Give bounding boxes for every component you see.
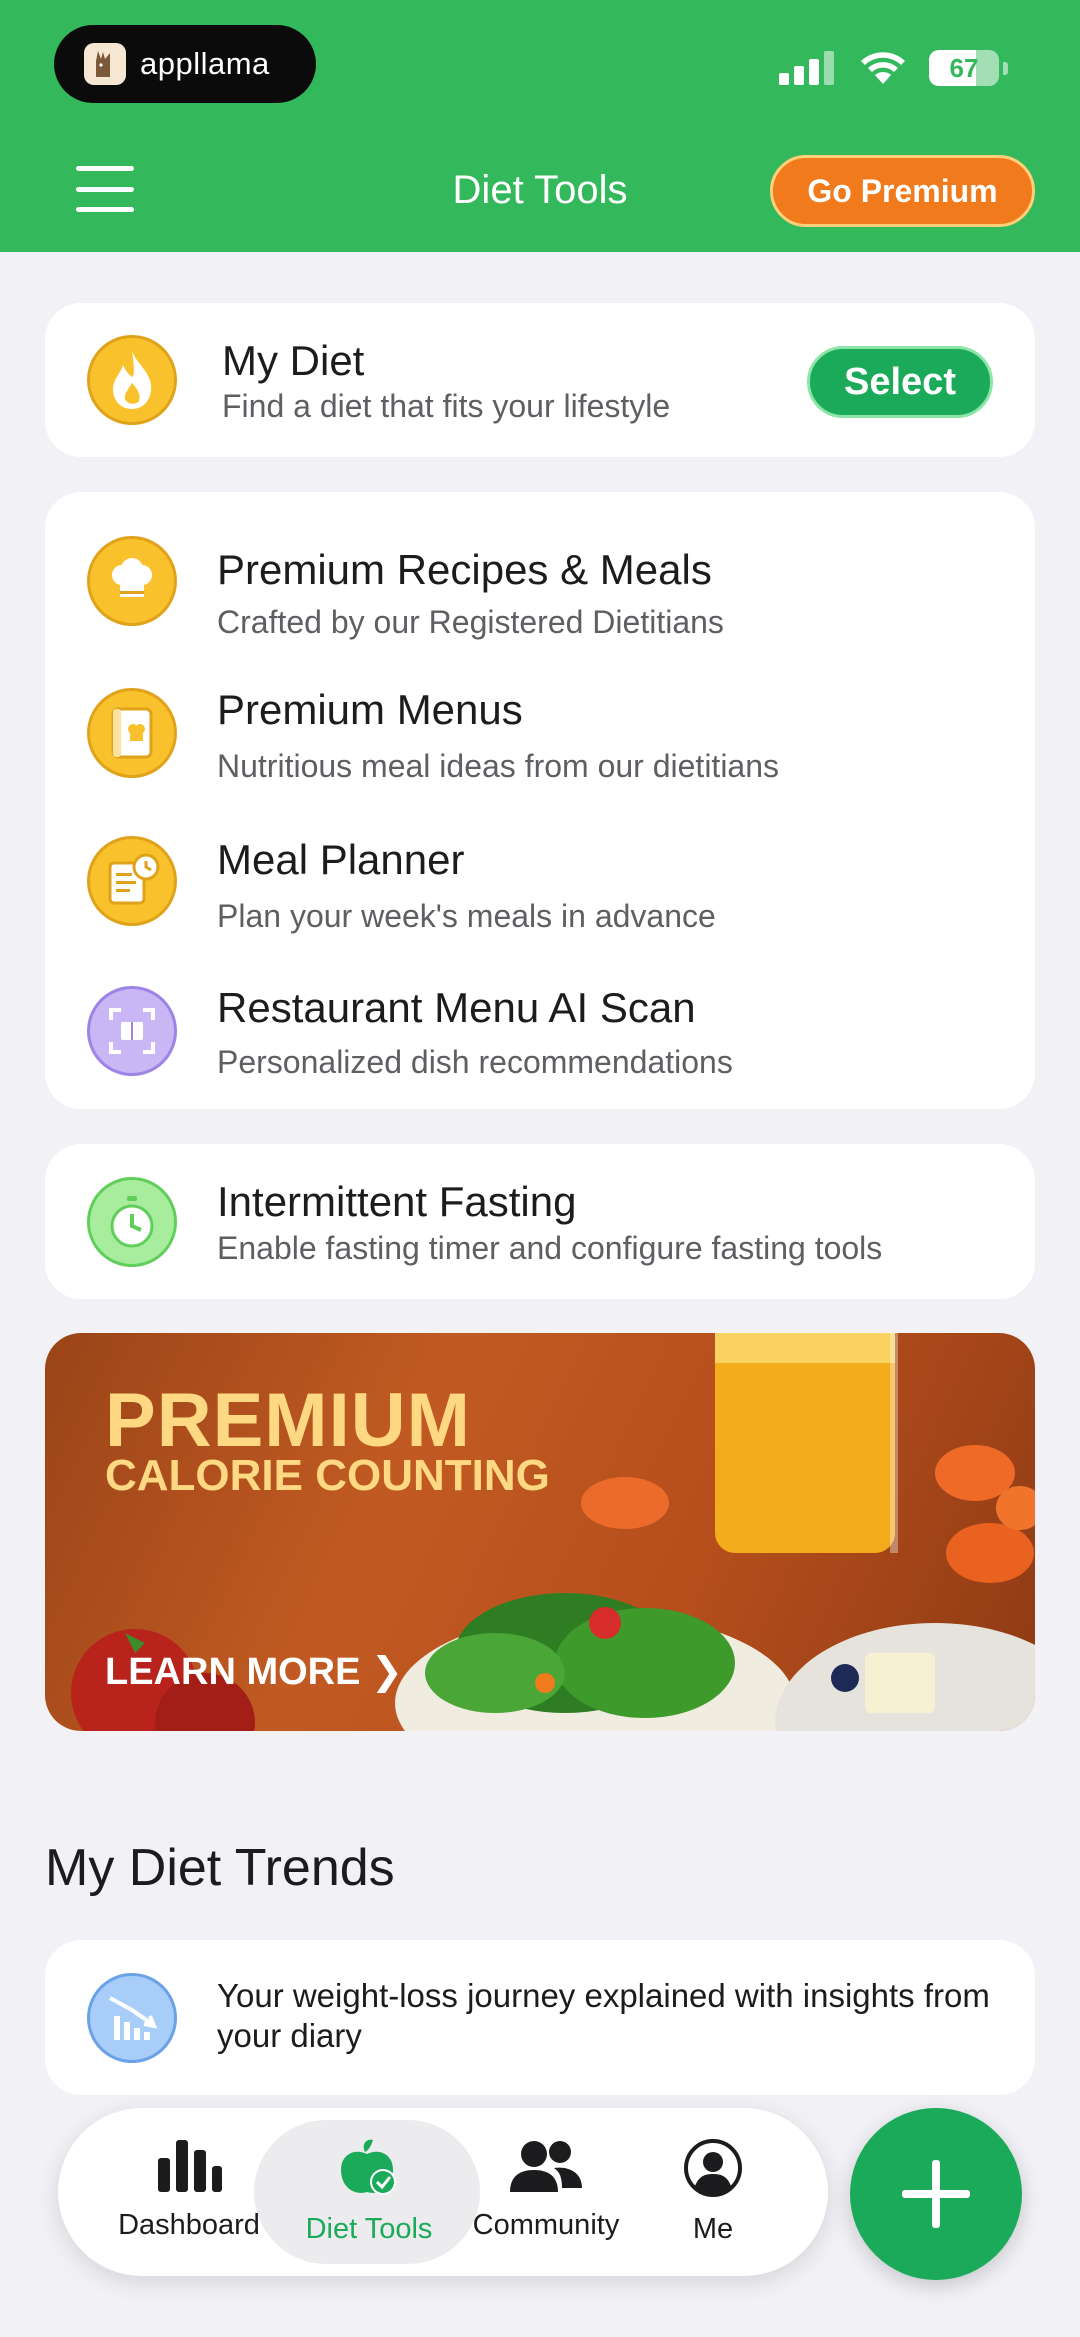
go-premium-button[interactable]: Go Premium	[770, 155, 1035, 227]
nav-item-dashboard[interactable]: Dashboard	[114, 2138, 264, 2242]
my-diet-title: My Diet	[222, 337, 365, 384]
nav-label-me: Me	[692, 2213, 734, 2245]
restaurant-scan-subtitle: Personalized dish recommendations	[217, 1044, 733, 1080]
my-diet-subtitle: Find a diet that fits your lifestyle	[222, 388, 671, 424]
scan-icon	[87, 986, 177, 1076]
nav-item-diet-tools[interactable]: Diet Tools	[294, 2138, 444, 2246]
battery-tip	[1003, 61, 1008, 75]
battery-percent: 67	[949, 53, 979, 83]
list-item-meal-planner[interactable]: Meal Planner Plan your week's meals in a…	[45, 812, 1035, 952]
nav-label-diet-tools: Diet Tools	[305, 2213, 433, 2245]
restaurant-scan-title: Restaurant Menu AI Scan	[217, 984, 696, 1031]
nav-label-community: Community	[472, 2209, 620, 2241]
fasting-title: Intermittent Fasting	[217, 1178, 577, 1225]
chart-trend-icon	[87, 1973, 177, 2063]
meal-planner-title: Meal Planner	[217, 836, 465, 883]
premium-menus-title: Premium Menus	[217, 686, 523, 733]
list-item-premium-menus[interactable]: Premium Menus Nutritious meal ideas from…	[45, 664, 1035, 804]
my-diet-card[interactable]: My Diet Find a diet that fits your lifes…	[45, 303, 1035, 457]
app-header: appllama 67 Diet Tools Go Premium	[0, 0, 1080, 252]
flame-icon	[87, 335, 177, 425]
cellular-signal-icon	[779, 51, 834, 85]
wifi-icon	[861, 52, 905, 84]
premium-tools-card: Premium Recipes & Meals Crafted by our R…	[45, 492, 1035, 1109]
section-title-diet-trends: My Diet Trends	[45, 1839, 395, 1897]
nav-item-me[interactable]: Me	[663, 2138, 763, 2246]
planner-clock-icon	[87, 836, 177, 926]
premium-calorie-banner[interactable]: PREMIUM CALORIE COUNTING LEARN MORE ❯	[45, 1333, 1035, 1731]
bar-chart-icon	[158, 2140, 222, 2192]
trends-card[interactable]: Your weight-loss journey explained with …	[45, 1940, 1035, 2095]
llama-logo-icon	[84, 43, 126, 85]
bottom-nav: Dashboard Diet Tools Community Me	[58, 2108, 828, 2276]
chef-hat-icon	[87, 536, 177, 626]
list-item-restaurant-scan[interactable]: Restaurant Menu AI Scan Personalized dis…	[45, 962, 1035, 1102]
nav-label-dashboard: Dashboard	[118, 2209, 260, 2241]
status-icons: 67	[779, 50, 1008, 86]
fasting-subtitle: Enable fasting timer and configure fasti…	[217, 1230, 883, 1266]
nav-item-community[interactable]: Community	[466, 2138, 626, 2242]
app-badge-label: appllama	[140, 46, 270, 81]
select-diet-button[interactable]: Select	[807, 346, 993, 418]
premium-menus-subtitle: Nutritious meal ideas from our dietitian…	[217, 748, 780, 784]
banner-subtitle: CALORIE COUNTING	[105, 1451, 550, 1500]
meal-planner-subtitle: Plan your week's meals in advance	[217, 898, 716, 934]
premium-recipes-title: Premium Recipes & Meals	[217, 546, 712, 593]
menu-book-icon	[87, 688, 177, 778]
premium-recipes-subtitle: Crafted by our Registered Dietitians	[217, 604, 724, 640]
app-badge: appllama	[54, 25, 316, 103]
stopwatch-icon	[87, 1177, 177, 1267]
apple-check-icon	[341, 2139, 396, 2195]
fasting-card[interactable]: Intermittent Fasting Enable fasting time…	[45, 1144, 1035, 1299]
learn-more-link[interactable]: LEARN MORE ❯	[105, 1649, 403, 1694]
list-item-premium-recipes[interactable]: Premium Recipes & Meals Crafted by our R…	[45, 512, 1035, 650]
plus-icon	[902, 2160, 970, 2228]
trends-card-text: Your weight-loss journey explained with …	[217, 1977, 990, 2054]
battery-indicator: 67	[929, 50, 999, 86]
profile-icon	[684, 2139, 742, 2197]
people-icon	[510, 2141, 582, 2192]
add-entry-button[interactable]	[850, 2108, 1022, 2280]
